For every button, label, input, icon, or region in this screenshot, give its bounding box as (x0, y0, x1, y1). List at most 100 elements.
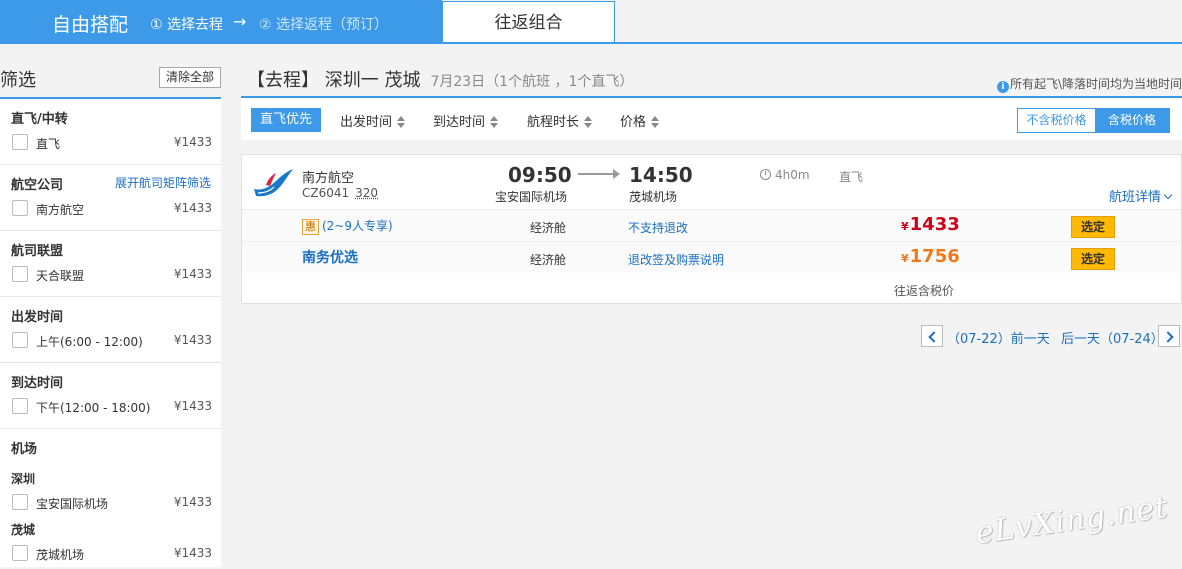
checkbox[interactable] (12, 494, 28, 510)
filter-option-direct[interactable]: 直飞 ¥1433 (12, 134, 212, 152)
option-label: 直飞 (36, 137, 61, 151)
filter-option-afternoon[interactable]: 下午(12:00 - 18:00) ¥1433 (12, 398, 212, 416)
checkbox[interactable] (12, 134, 28, 150)
sort-departure-time[interactable]: 出发时间 (340, 111, 406, 130)
sort-label: 航程时长 (527, 115, 580, 130)
checkbox[interactable] (12, 200, 28, 216)
option-price: ¥1433 (173, 135, 212, 149)
fare-row: 惠 (2~9人专享) 经济舱 不支持退改 ¥1433 选定 (242, 209, 1181, 241)
filter-section-title: 直飞/中转 (11, 112, 68, 127)
step-select-return: ② 选择返程（预订） (259, 17, 389, 33)
price-excl-tax-option[interactable]: 不含税价格 (1018, 109, 1095, 132)
filter-option-morning[interactable]: 上午(6:00 - 12:00) ¥1433 (12, 332, 212, 350)
refund-rule-link[interactable]: 不支持退改 (628, 219, 688, 236)
filter-section-title: 航空公司 (11, 178, 64, 193)
round-trip-tax-note: 往返含税价 (894, 284, 955, 298)
sort-bar: 直飞优先 出发时间 到达时间 航程时长 价格 不含税价格 含税价格 (241, 96, 1182, 140)
select-fare-button[interactable]: 选定 (1071, 216, 1115, 238)
info-icon: i (996, 81, 1009, 93)
filter-option-alliance[interactable]: 天合联盟 ¥1433 (12, 266, 212, 284)
timezone-note: i 所有起飞\降落时间均为当地时间 (996, 75, 1182, 93)
option-label: 下午(12:00 - 18:00) (36, 401, 151, 415)
discount-badge: 惠 (302, 219, 319, 235)
price-value: 1433 (909, 214, 960, 235)
option-price: ¥1433 (173, 399, 212, 413)
currency-symbol: ¥ (901, 220, 909, 233)
option-price: ¥1433 (173, 201, 212, 215)
option-label: 宝安国际机场 (36, 497, 109, 511)
airport-city-label: 深圳 (11, 472, 36, 486)
filter-option-airport-maocheng[interactable]: 茂城机场 ¥1433 (12, 545, 212, 563)
clear-all-button[interactable]: 清除全部 (159, 67, 221, 88)
option-price: ¥1433 (173, 495, 212, 509)
airport-city-label: 茂城 (11, 523, 36, 537)
next-day-link[interactable]: 后一天（07-24） (1061, 328, 1164, 347)
filter-section-airline: 航空公司 展开航司矩阵筛选 南方航空 ¥1433 (0, 165, 221, 231)
sort-arrows-icon (397, 116, 406, 128)
checkbox[interactable] (12, 545, 28, 561)
aircraft-type-link[interactable]: 320 (355, 186, 378, 200)
filter-section-arrival-time: 到达时间 下午(12:00 - 18:00) ¥1433 (0, 363, 221, 429)
sort-arrows-icon (490, 116, 499, 128)
brand-title: 自由搭配 (52, 14, 129, 36)
duration-text: 4h0m (775, 168, 810, 182)
sort-price[interactable]: 价格 (620, 111, 660, 130)
fare-promo-tag: 惠 (2~9人专享) (302, 217, 393, 235)
timezone-note-text: 所有起飞\降落时间均为当地时间 (1009, 77, 1182, 91)
flight-arrow-icon (578, 169, 620, 179)
watermark: eLvXing.net (973, 489, 1171, 552)
ticket-rules-link[interactable]: 退改签及购票说明 (628, 251, 724, 268)
option-price: ¥1433 (173, 546, 212, 560)
prev-day-link[interactable]: （07-22）前一天 (947, 328, 1050, 347)
filter-section-airport: 机场 深圳 宝安国际机场 ¥1433 茂城 茂城机场 ¥1433 (0, 429, 221, 569)
option-price: ¥1433 (173, 267, 212, 281)
sort-arrows-icon (584, 116, 593, 128)
option-label: 茂城机场 (36, 548, 85, 562)
sort-arrival-time[interactable]: 到达时间 (433, 111, 499, 130)
flight-details-toggle[interactable]: 航班详情 (1108, 186, 1173, 205)
day-pager: （07-22）前一天 后一天（07-24） (241, 325, 1182, 347)
prev-day-arrow-icon[interactable] (921, 325, 943, 347)
sort-label: 出发时间 (340, 115, 393, 130)
filter-section-direct: 直飞/中转 直飞 ¥1433 (0, 99, 221, 165)
checkbox[interactable] (12, 332, 28, 348)
fare-price: ¥1756 (901, 246, 960, 267)
option-label: 天合联盟 (36, 269, 85, 283)
tab-round-trip[interactable]: 往返组合 (442, 1, 615, 43)
checkbox[interactable] (12, 266, 28, 282)
select-fare-button[interactable]: 选定 (1071, 248, 1115, 270)
price-incl-tax-option[interactable]: 含税价格 (1095, 109, 1169, 132)
filter-section-title: 出发时间 (11, 310, 64, 325)
sort-duration[interactable]: 航程时长 (527, 111, 593, 130)
step-arrow-icon: → (233, 12, 247, 31)
filter-panel: 直飞/中转 直飞 ¥1433 航空公司 展开航司矩阵筛选 南方航空 ¥1433 … (0, 97, 221, 567)
arrival-time: 14:50 (629, 163, 693, 187)
direct-flight-label: 直飞 (839, 170, 864, 184)
filter-sidebar: 筛选 清除全部 直飞/中转 直飞 ¥1433 航空公司 展开航司矩阵筛选 南方航… (0, 44, 221, 567)
filter-option-airport-baoan[interactable]: 宝安国际机场 ¥1433 (12, 494, 212, 512)
expand-airline-matrix-link[interactable]: 展开航司矩阵筛选 (115, 174, 211, 191)
filter-section-alliance: 航司联盟 天合联盟 ¥1433 (0, 231, 221, 297)
option-label: 南方航空 (36, 203, 85, 217)
route-name: 【去程】 深圳一 茂城 (247, 70, 421, 91)
fare-price: ¥1433 (901, 214, 960, 235)
cabin-class: 经济舱 (530, 221, 567, 235)
business-preferred-tag: 南务优选 (302, 250, 358, 266)
filter-section-departure-time: 出发时间 上午(6:00 - 12:00) ¥1433 (0, 297, 221, 363)
next-day-arrow-icon[interactable] (1158, 325, 1180, 347)
flight-number-text: CZ6041 (302, 186, 350, 200)
route-date-info: 7月23日（1个航班 ，1个直飞） (430, 74, 634, 90)
top-bar: 自由搭配 ① 选择去程 → ② 选择返程（预订） 往返组合 (0, 0, 1182, 44)
filter-option-airline[interactable]: 南方航空 ¥1433 (12, 200, 212, 218)
details-label: 航班详情 (1108, 190, 1161, 205)
cabin-class: 经济舱 (530, 253, 567, 267)
sort-arrows-icon (651, 116, 660, 128)
departure-airport: 宝安国际机场 (495, 190, 568, 204)
flight-number: CZ6041 320 (302, 186, 378, 200)
checkbox[interactable] (12, 398, 28, 414)
option-label: 上午(6:00 - 12:00) (36, 335, 143, 349)
sort-label: 到达时间 (433, 115, 486, 130)
filter-section-title: 航司联盟 (11, 244, 64, 259)
filter-title: 筛选 (0, 70, 36, 91)
sort-direct-first[interactable]: 直飞优先 (251, 108, 321, 132)
